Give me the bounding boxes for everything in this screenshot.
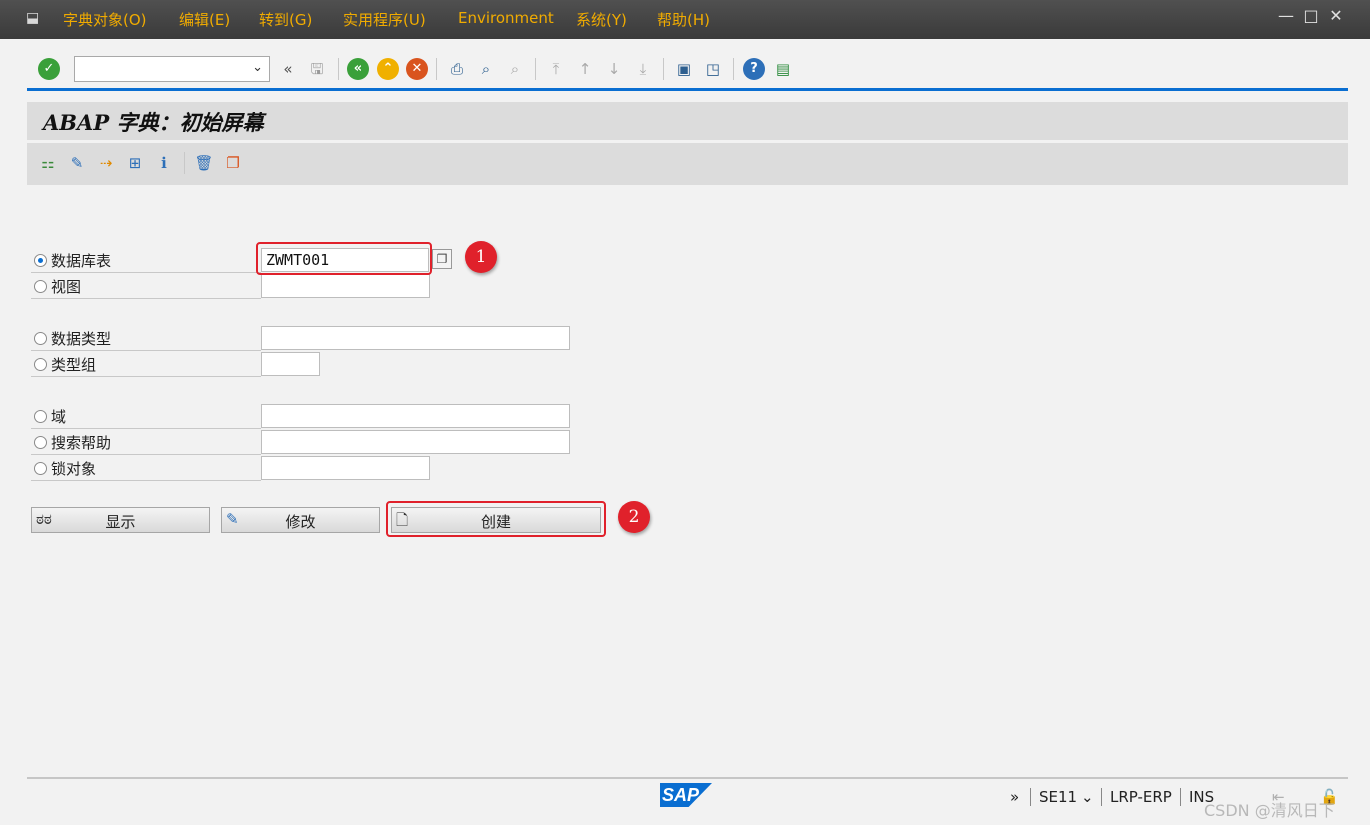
- view-input[interactable]: [261, 274, 430, 298]
- change-button[interactable]: ✎ 修改: [221, 507, 380, 533]
- copy-icon[interactable]: ❐: [222, 152, 244, 174]
- status-divider: [27, 777, 1348, 779]
- menu-utilities[interactable]: 实用程序(U): [343, 9, 426, 30]
- radio-domain[interactable]: [34, 410, 47, 423]
- option-domain[interactable]: 域: [31, 404, 261, 429]
- option-database-table[interactable]: 数据库表: [31, 248, 261, 273]
- status-separator: [1030, 788, 1031, 806]
- menu-dictionary-object[interactable]: 字典对象(O): [63, 9, 147, 30]
- radio-lock-object[interactable]: [34, 462, 47, 475]
- menu-environment[interactable]: Environment: [458, 9, 554, 27]
- other-object-icon[interactable]: ⚏: [37, 152, 59, 174]
- status-transaction: SE11: [1039, 788, 1078, 806]
- option-data-type[interactable]: 数据类型: [31, 326, 261, 351]
- toolbar-separator: [338, 58, 339, 80]
- application-toolbar: ⚏ ✎ ⇢ ⊞ ℹ 🗑 ❐: [27, 143, 1348, 185]
- menu-help[interactable]: 帮助(H): [657, 9, 710, 30]
- print-icon[interactable]: ⎙: [446, 58, 468, 80]
- last-page-icon[interactable]: ⤓: [632, 58, 654, 80]
- menu-bar: ⬓ 字典对象(O) 编辑(E) 转到(G) 实用程序(U) Environmen…: [0, 0, 1370, 39]
- customize-layout-icon[interactable]: ▤: [772, 58, 794, 80]
- option-view[interactable]: 视图: [31, 274, 261, 299]
- find-icon[interactable]: ⌕: [475, 58, 497, 80]
- new-session-icon[interactable]: ▣: [673, 58, 695, 80]
- first-page-icon[interactable]: ⤒: [545, 58, 567, 80]
- find-next-icon[interactable]: ⌕: [504, 58, 526, 80]
- status-separator: [1101, 788, 1102, 806]
- display-button-label: 显示: [105, 513, 136, 531]
- option-label: 数据类型: [51, 330, 112, 348]
- option-type-group[interactable]: 类型组: [31, 352, 261, 377]
- option-search-help[interactable]: 搜索帮助: [31, 430, 261, 455]
- option-label: 域: [51, 408, 67, 426]
- type-group-input[interactable]: [261, 352, 320, 376]
- watermark: CSDN @清风日下: [1204, 801, 1335, 820]
- prev-page-icon[interactable]: ↑: [574, 58, 596, 80]
- lock-object-input[interactable]: [261, 456, 430, 480]
- enter-icon[interactable]: ✓: [38, 58, 60, 80]
- minimize-icon[interactable]: —: [1278, 8, 1294, 24]
- toolbar-divider: [27, 88, 1348, 91]
- data-type-input[interactable]: [261, 326, 570, 350]
- option-label: 视图: [51, 278, 82, 296]
- radio-view[interactable]: [34, 280, 47, 293]
- toolbar-separator: [535, 58, 536, 80]
- menu-system[interactable]: 系统(Y): [576, 9, 627, 30]
- toolbar-separator: [184, 152, 185, 174]
- info-icon[interactable]: ℹ: [153, 152, 175, 174]
- option-label: 数据库表: [51, 252, 112, 270]
- system-menu-icon[interactable]: ⬓: [26, 10, 46, 26]
- step-marker: 2: [618, 501, 650, 533]
- step-marker: 1: [465, 241, 497, 273]
- search-help-input[interactable]: [261, 430, 570, 454]
- cancel-icon[interactable]: ✕: [406, 58, 428, 80]
- collapse-arrows-icon[interactable]: «: [277, 58, 299, 80]
- close-icon[interactable]: ✕: [1328, 8, 1344, 24]
- radio-database-table[interactable]: [34, 254, 47, 267]
- chevron-down-icon[interactable]: ⌄: [252, 60, 263, 75]
- wizard-icon[interactable]: ✎: [66, 152, 88, 174]
- where-used-icon[interactable]: ⇢: [95, 152, 117, 174]
- toolbar-separator: [663, 58, 664, 80]
- maximize-icon[interactable]: □: [1303, 8, 1319, 24]
- toolbar-separator: [436, 58, 437, 80]
- highlight-box: [256, 242, 432, 275]
- save-icon[interactable]: 🖫: [306, 58, 328, 80]
- value-help-icon[interactable]: ❐: [432, 249, 452, 269]
- sap-logo: SAP: [660, 783, 712, 807]
- delete-icon[interactable]: 🗑: [193, 152, 215, 174]
- display-button[interactable]: ಠಠ 显示: [31, 507, 210, 533]
- back-icon[interactable]: «: [347, 58, 369, 80]
- toolbar-separator: [733, 58, 734, 80]
- status-system: LRP-ERP: [1110, 788, 1172, 806]
- radio-type-group[interactable]: [34, 358, 47, 371]
- domain-input[interactable]: [261, 404, 570, 428]
- status-separator: [1180, 788, 1181, 806]
- radio-search-help[interactable]: [34, 436, 47, 449]
- option-label: 类型组: [51, 356, 97, 374]
- help-icon[interactable]: ?: [743, 58, 765, 80]
- exit-icon[interactable]: ⌃: [377, 58, 399, 80]
- change-button-label: 修改: [285, 513, 316, 531]
- menu-goto[interactable]: 转到(G): [259, 9, 312, 30]
- shortcut-icon[interactable]: ◳: [702, 58, 724, 80]
- option-lock-object[interactable]: 锁对象: [31, 456, 261, 481]
- status-expand-icon[interactable]: »: [1010, 788, 1019, 806]
- radio-data-type[interactable]: [34, 332, 47, 345]
- title-bar: ABAP 字典：初始屏幕: [27, 102, 1348, 140]
- option-label: 锁对象: [51, 460, 97, 478]
- hierarchy-icon[interactable]: ⊞: [124, 152, 146, 174]
- command-field[interactable]: ⌄: [74, 56, 270, 82]
- menu-edit[interactable]: 编辑(E): [179, 9, 230, 30]
- page-title: ABAP 字典：初始屏幕: [43, 110, 264, 135]
- chevron-down-icon[interactable]: ⌄: [1081, 788, 1094, 806]
- highlight-box: [386, 501, 606, 537]
- next-page-icon[interactable]: ↓: [603, 58, 625, 80]
- option-label: 搜索帮助: [51, 434, 112, 452]
